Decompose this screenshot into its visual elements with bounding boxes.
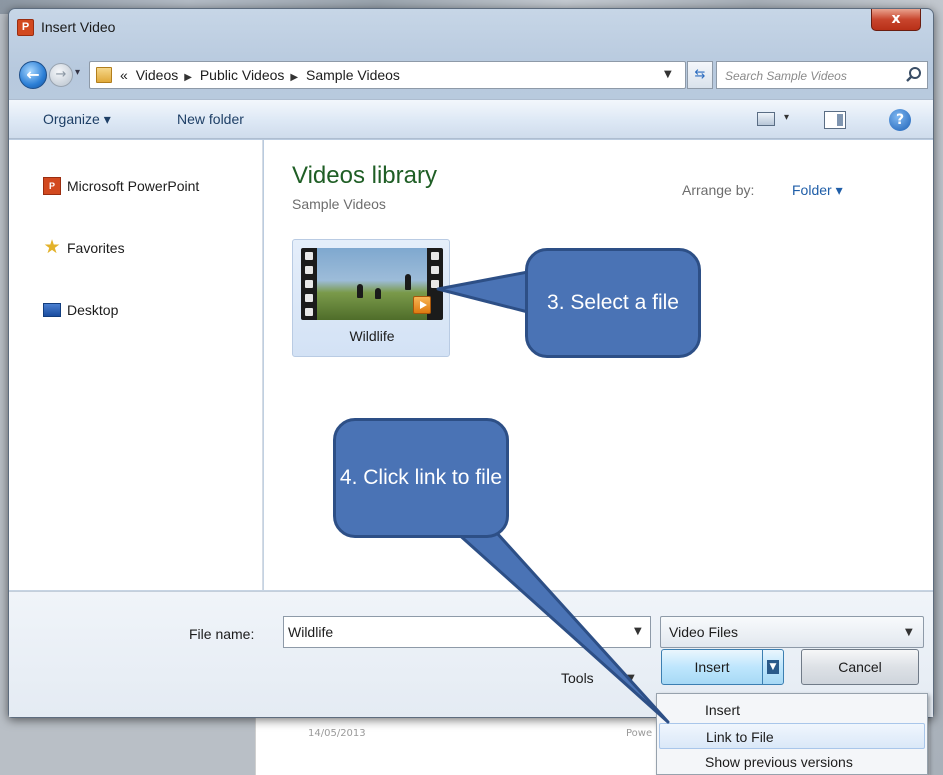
library-title: Videos library (292, 162, 437, 189)
refresh-icon: ⇆ (694, 67, 706, 82)
file-item-wildlife[interactable]: Wildlife (292, 239, 450, 357)
tools-button[interactable]: Tools (561, 670, 594, 686)
breadcrumb: « Videos ▶ Public Videos ▶ Sample Videos (120, 67, 404, 83)
nav-item-label: Favorites (67, 240, 125, 256)
chevron-right-icon[interactable]: ▶ (290, 72, 298, 83)
navigation-pane: P Microsoft PowerPoint ★ Favorites Deskt… (9, 140, 263, 590)
forward-button[interactable]: → (49, 63, 73, 87)
file-name-dropdown-icon[interactable]: ▼ (634, 626, 642, 637)
help-icon[interactable]: ? (889, 109, 911, 131)
file-type-select[interactable]: Video Files ▼ (660, 616, 924, 648)
new-folder-button[interactable]: New folder (177, 111, 244, 127)
organize-button[interactable]: Organize ▾ (43, 111, 111, 128)
media-play-icon (413, 296, 431, 314)
title-bar[interactable]: P Insert Video x (9, 9, 933, 45)
change-view-icon[interactable] (757, 112, 775, 126)
star-icon: ★ (43, 237, 61, 258)
insert-button[interactable]: Insert (661, 649, 763, 685)
insert-video-dialog: P Insert Video x ← → ▾ « Videos ▶ Public … (8, 8, 934, 718)
command-bar: Organize ▾ New folder ▾ ? (9, 99, 933, 139)
file-name-field-label: File name: (189, 626, 255, 642)
file-type-value: Video Files (669, 624, 739, 640)
breadcrumb-sample-videos[interactable]: Sample Videos (306, 67, 400, 83)
recent-locations-dropdown[interactable]: ▾ (75, 67, 80, 78)
search-icon[interactable] (905, 66, 923, 84)
menu-item-show-previous-versions[interactable]: Show previous versions (659, 749, 925, 775)
breadcrumb-videos[interactable]: Videos (136, 67, 179, 83)
menu-item-label: Link to File (706, 729, 774, 745)
file-name-input[interactable] (288, 621, 618, 643)
nav-item-label: Microsoft PowerPoint (67, 178, 200, 194)
desktop-icon (43, 303, 61, 317)
breadcrumb-public-videos[interactable]: Public Videos (200, 67, 285, 83)
breadcrumb-overflow[interactable]: « (120, 67, 128, 83)
preview-pane-icon[interactable] (824, 111, 846, 129)
nav-item-label: Desktop (67, 302, 119, 318)
callout-step-3: 3. Select a file (525, 248, 701, 358)
address-bar[interactable]: « Videos ▶ Public Videos ▶ Sample Videos ▼ (89, 61, 686, 89)
back-arrow-icon: ← (26, 65, 40, 84)
view-options-dropdown[interactable]: ▾ (784, 112, 789, 123)
insert-options-button[interactable]: ▼ (762, 649, 784, 685)
chevron-down-icon: ▼ (905, 627, 913, 638)
window-title: Insert Video (41, 19, 116, 35)
address-dropdown-icon[interactable]: ▼ (664, 69, 672, 80)
close-button[interactable]: x (871, 9, 921, 31)
search-box[interactable]: Search Sample Videos (716, 61, 928, 89)
menu-item-label: Insert (705, 702, 741, 718)
refresh-button[interactable]: ⇆ (687, 61, 713, 89)
background-document: 14/05/2013 Powe (255, 718, 695, 775)
library-subtitle: Sample Videos (292, 196, 386, 212)
forward-arrow-icon: → (55, 67, 67, 82)
file-name-label: Wildlife (349, 328, 395, 344)
callout-step-4: 4. Click link to file (333, 418, 509, 538)
menu-item-link-to-file[interactable]: Link to File (659, 723, 925, 749)
background-date: 14/05/2013 (308, 728, 366, 739)
file-name-field[interactable]: ▼ (283, 616, 651, 648)
chevron-down-icon: ▼ (767, 660, 779, 674)
tools-dropdown-icon[interactable]: ▼ (627, 673, 635, 684)
search-input[interactable]: Search Sample Videos (725, 69, 847, 83)
menu-item-insert[interactable]: Insert (659, 697, 925, 723)
cancel-button[interactable]: Cancel (801, 649, 919, 685)
arrange-by-dropdown[interactable]: Folder ▾ (792, 182, 843, 199)
background-text: Powe (626, 728, 653, 739)
powerpoint-app-icon: P (17, 19, 34, 36)
folder-icon (96, 67, 112, 83)
arrange-by-label: Arrange by: (682, 182, 755, 198)
insert-options-menu: Insert Link to File Show previous versio… (656, 693, 928, 775)
back-button[interactable]: ← (19, 61, 47, 89)
powerpoint-icon: P (43, 177, 61, 195)
menu-item-label: Show previous versions (705, 754, 853, 770)
chevron-right-icon[interactable]: ▶ (184, 72, 192, 83)
